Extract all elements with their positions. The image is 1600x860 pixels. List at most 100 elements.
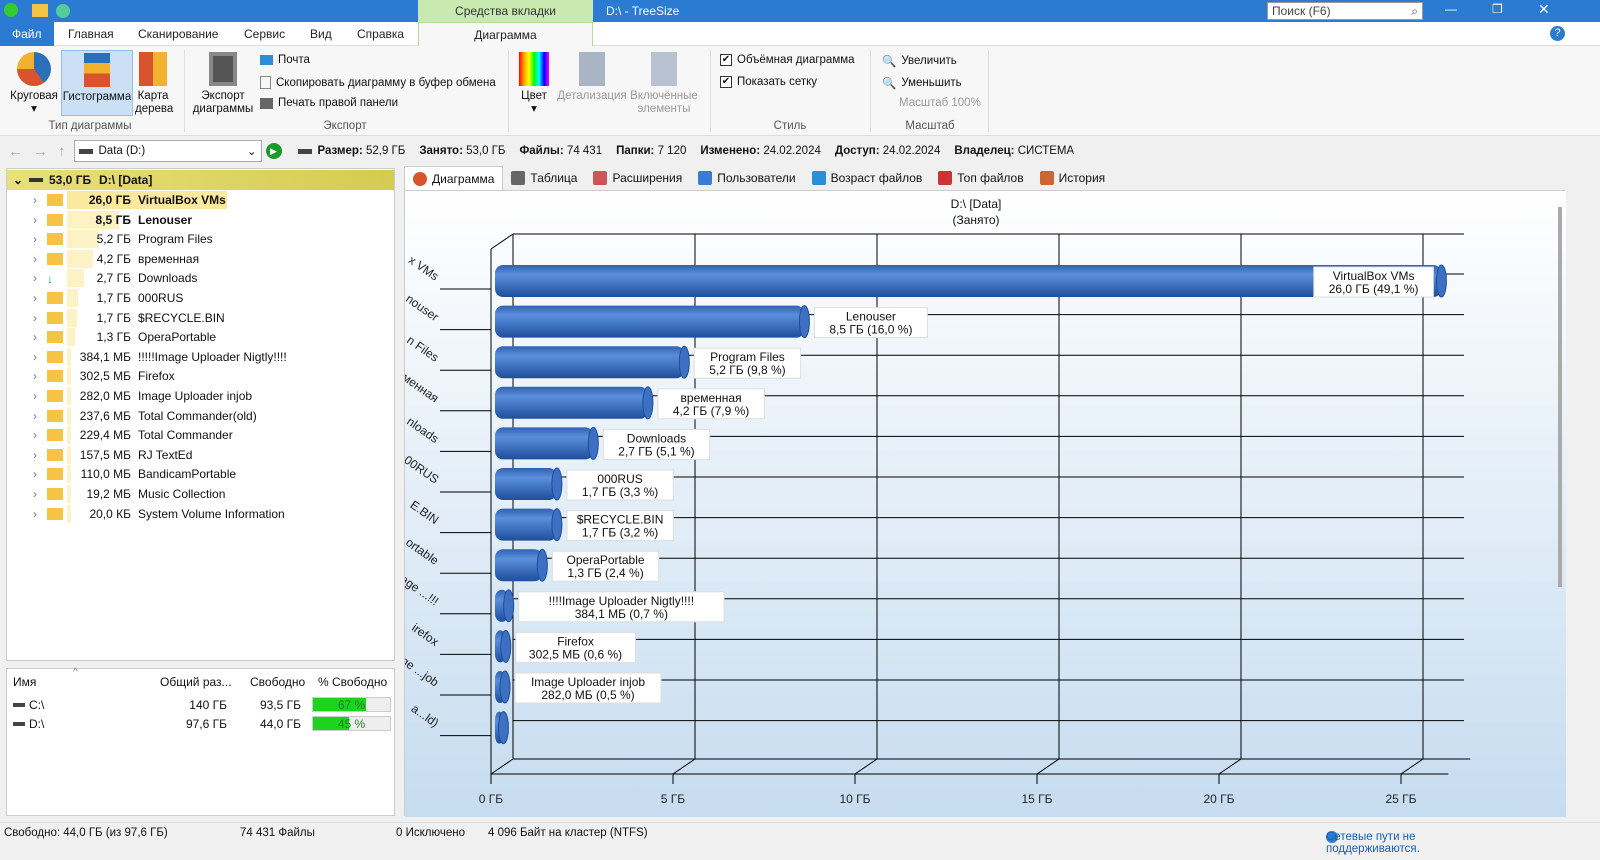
tab-chart[interactable]: Диаграмма [404,166,504,190]
item-size: 26,0 ГБ [88,193,131,207]
copy-chart-button[interactable]: Скопировать диаграмму в буфер обмена [260,76,496,89]
forward-button[interactable]: → [33,143,48,160]
bar [495,305,805,338]
search-input[interactable]: Поиск (F6) ⌕ [1267,2,1423,20]
pie-chart-button[interactable]: Круговая ▾ [6,52,62,116]
tab-users[interactable]: Пользователи [690,166,803,190]
chevron-right-icon[interactable]: › [33,213,37,227]
root-size: 53,0 ГБ [49,173,92,187]
tab-table[interactable]: Таблица [503,166,585,190]
col-header-pct-free[interactable]: % Свободно [318,675,387,689]
address-bar: ← → ↑ Data (D:) ⌄ ▶ Размер: 52,9 ГБ Занят… [0,139,1600,163]
treemap-button[interactable]: Карта дерева [135,52,173,116]
tree-item[interactable]: › 237,6 МБ Total Commander(old) [7,406,394,426]
help-icon[interactable]: ? [1550,26,1565,41]
scan-go-button[interactable]: ▶ [265,143,282,159]
chevron-right-icon[interactable]: › [33,448,37,462]
tree-item[interactable]: › 4,2 ГБ временная [7,249,394,269]
tree-item[interactable]: › 20,0 КБ System Volume Information [7,504,394,524]
mail-button[interactable]: Почта [260,54,310,66]
tree-item[interactable]: › 1,7 ГБ $RECYCLE.BIN [7,308,394,328]
chevron-right-icon[interactable]: › [33,507,37,521]
tree-item[interactable]: › 1,7 ГБ 000RUS [7,288,394,308]
tab-chart[interactable]: Диаграмма [418,22,593,46]
drive-row[interactable]: C:\ 140 ГБ 93,5 ГБ 67 % [7,696,394,714]
chevron-down-icon[interactable]: ⌄ [13,173,23,187]
files-value: 74 431 [566,145,603,157]
chevron-right-icon[interactable]: › [33,252,37,266]
tree-item[interactable]: › 19,2 МБ Music Collection [7,484,394,504]
tree-item[interactable]: › 26,0 ГБ VirtualBox VMs [7,190,394,210]
tree-item[interactable]: › 157,5 МБ RJ TextEd [7,445,394,465]
tree-item[interactable]: › 5,2 ГБ Program Files [7,229,394,249]
export-chart-button[interactable]: Экспорт диаграммы [190,52,256,116]
tab-service[interactable]: Сервис [232,22,297,46]
data-label-value: 2,7 ГБ (5,1 %) [618,444,694,458]
tree-item[interactable]: › 282,0 МБ Image Uploader injob [7,386,394,406]
tree-item[interactable]: › 8,5 ГБ Lenouser [7,210,394,230]
chevron-right-icon[interactable]: › [33,311,37,325]
maximize-button[interactable]: ❐ [1492,2,1503,16]
chevron-right-icon[interactable]: › [33,350,37,364]
tree-root[interactable]: ⌄ 53,0 ГБ D:\ [Data] [7,170,394,190]
tree-item[interactable]: › 229,4 МБ Total Commander [7,425,394,445]
chevron-right-icon[interactable]: › [33,232,37,246]
search-icon: ⌕ [1411,4,1418,18]
col-header-free[interactable]: Свободно [250,675,305,689]
path-dropdown[interactable]: Data (D:) ⌄ [73,140,262,162]
scrollbar[interactable] [1558,207,1562,587]
tree-item[interactable]: › 302,5 МБ Firefox [7,366,394,386]
copy-icon [260,76,271,89]
chevron-right-icon[interactable]: › [33,271,37,285]
close-button[interactable]: ✕ [1538,1,1550,18]
col-header-total[interactable]: Общий раз... [160,675,232,689]
tab-view[interactable]: Вид [298,22,344,46]
item-size: 1,7 ГБ [96,291,131,305]
tab-top-files[interactable]: Топ файлов [930,166,1031,190]
zoom-out-button[interactable]: 🔍 Уменьшить [882,76,962,90]
tab-scan[interactable]: Сканирование [126,22,230,46]
root-name: D:\ [Data] [99,173,153,187]
tree-item[interactable]: › 1,3 ГБ OperaPortable [7,327,394,347]
tab-help[interactable]: Справка [345,22,416,46]
chevron-right-icon[interactable]: › [33,369,37,383]
print-button[interactable]: Печать правой панели [260,97,398,109]
volume-chart-checkbox[interactable]: ✔ Объёмная диаграмма [720,54,855,66]
tab-label: Таблица [530,171,578,185]
minimize-button[interactable]: — [1445,2,1457,16]
refresh-icon[interactable] [56,4,70,18]
show-grid-checkbox[interactable]: ✔ Показать сетку [720,76,817,88]
chevron-right-icon[interactable]: › [33,330,37,344]
chevron-right-icon[interactable]: › [33,389,37,403]
item-size: 110,0 МБ [80,467,131,482]
drive-row[interactable]: D:\ 97,6 ГБ 44,0 ГБ 45 % [7,715,394,733]
item-name: !!!!!Image Uploader Nigtly!!!! [138,349,287,364]
tree-item[interactable]: › 384,1 МБ !!!!!Image Uploader Nigtly!!!… [7,347,394,367]
chevron-right-icon[interactable]: › [33,193,37,207]
chevron-right-icon[interactable]: › [33,428,37,442]
users-icon [698,171,713,185]
chevron-right-icon[interactable]: › [33,487,37,501]
chevron-right-icon[interactable]: › [33,291,37,305]
tab-extensions[interactable]: Расширения [585,166,690,190]
histogram-button[interactable]: Гистограмма [61,50,133,116]
color-button[interactable]: Цвет ▾ [516,52,552,116]
tree-item[interactable]: › 110,0 МБ BandicamPortable [7,464,394,484]
item-name: $RECYCLE.BIN [138,310,225,325]
up-button[interactable]: ↑ [58,143,66,160]
item-size: 384,1 МБ [79,349,131,364]
tree-item[interactable]: › ↓ 2,7 ГБ Downloads [7,268,394,288]
tab-home[interactable]: Главная [56,22,126,46]
tab-file-age[interactable]: Возраст файлов [804,166,931,190]
tab-history[interactable]: История [1032,166,1114,190]
tab-file[interactable]: Файл [0,22,54,46]
tab-label: Топ файлов [957,171,1024,185]
search-placeholder: Поиск (F6) [1272,4,1331,18]
open-folder-icon[interactable] [32,4,48,17]
col-header-name[interactable]: Имя [13,675,36,689]
chevron-right-icon[interactable]: › [33,467,37,481]
zoom-in-button[interactable]: 🔍 Увеличить [882,54,957,68]
chevron-right-icon[interactable]: › [33,409,37,423]
folder-tree[interactable]: ⌄ 53,0 ГБ D:\ [Data] › 26,0 ГБ VirtualBo… [6,168,395,661]
back-button[interactable]: ← [8,143,23,160]
